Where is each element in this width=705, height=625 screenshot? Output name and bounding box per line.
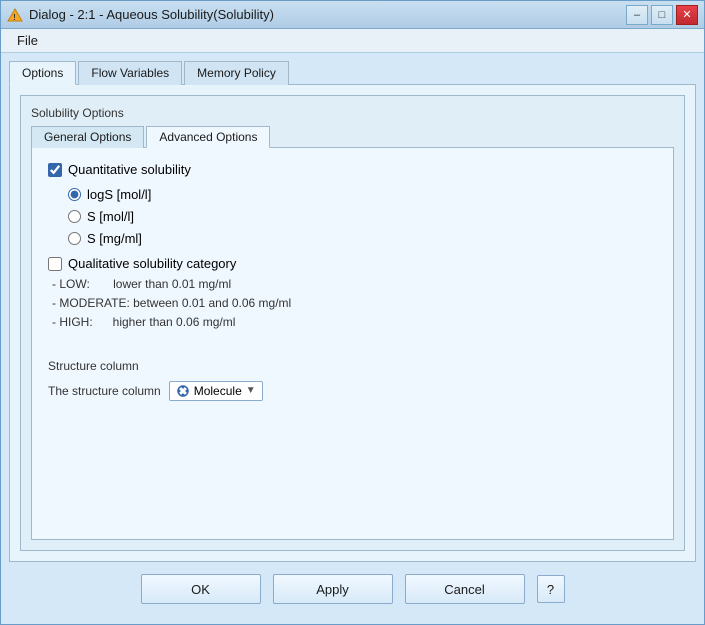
menu-bar: File <box>1 29 704 53</box>
qualitative-section: Qualitative solubility category - LOW: l… <box>48 256 657 333</box>
qualitative-row: Qualitative solubility category <box>48 256 657 271</box>
cancel-button[interactable]: Cancel <box>405 574 525 604</box>
maximize-button[interactable]: □ <box>651 5 673 25</box>
radio-row-s-mol: S [mol/l] <box>68 209 657 224</box>
title-bar: ! Dialog - 2:1 - Aqueous Solubility(Solu… <box>1 1 704 29</box>
tab-general-options[interactable]: General Options <box>31 126 144 148</box>
radio-s-mg[interactable] <box>68 232 81 245</box>
molecule-icon <box>176 384 190 398</box>
svg-text:!: ! <box>13 13 16 22</box>
radio-row-logs: logS [mol/l] <box>68 187 657 202</box>
main-tabs: Options Flow Variables Memory Policy <box>9 61 696 85</box>
radio-s-mol-label[interactable]: S [mol/l] <box>87 209 134 224</box>
structure-section: Structure column The structure column <box>48 351 657 401</box>
qual-info-low: - LOW: lower than 0.01 mg/ml <box>52 275 657 294</box>
qual-info-moderate: - MODERATE: between 0.01 and 0.06 mg/ml <box>52 294 657 313</box>
solubility-options-section: Solubility Options General Options Advan… <box>20 95 685 551</box>
footer: OK Apply Cancel ? <box>9 562 696 616</box>
qualitative-checkbox[interactable] <box>48 257 62 271</box>
structure-row-text: The structure column <box>48 384 161 398</box>
main-window: ! Dialog - 2:1 - Aqueous Solubility(Solu… <box>0 0 705 625</box>
ok-button[interactable]: OK <box>141 574 261 604</box>
quantitative-row: Quantitative solubility <box>48 162 657 177</box>
help-button[interactable]: ? <box>537 575 565 603</box>
molecule-dropdown[interactable]: Molecule ▼ <box>169 381 263 401</box>
tab-advanced-options[interactable]: Advanced Options <box>146 126 270 148</box>
close-button[interactable]: ✕ <box>676 5 698 25</box>
qual-info: - LOW: lower than 0.01 mg/ml - MODERATE:… <box>48 275 657 333</box>
quantitative-checkbox[interactable] <box>48 163 62 177</box>
content-area: Options Flow Variables Memory Policy Sol… <box>1 53 704 624</box>
minimize-button[interactable]: – <box>626 5 648 25</box>
inner-tabs: General Options Advanced Options <box>31 126 674 148</box>
qual-info-high: - HIGH: higher than 0.06 mg/ml <box>52 313 657 332</box>
menu-file[interactable]: File <box>9 31 46 50</box>
window-title: Dialog - 2:1 - Aqueous Solubility(Solubi… <box>29 7 274 22</box>
radio-s-mol[interactable] <box>68 210 81 223</box>
tab-options[interactable]: Options <box>9 61 76 85</box>
structure-row: The structure column Mo <box>48 381 657 401</box>
radio-row-s-mg: S [mg/ml] <box>68 231 657 246</box>
inner-panel: Quantitative solubility logS [mol/l] S [… <box>31 148 674 540</box>
molecule-label: Molecule <box>194 384 242 398</box>
tab-memory-policy[interactable]: Memory Policy <box>184 61 289 85</box>
tab-flow-variables[interactable]: Flow Variables <box>78 61 182 85</box>
radio-logs-label[interactable]: logS [mol/l] <box>87 187 151 202</box>
section-label: Solubility Options <box>31 106 674 120</box>
radio-logs[interactable] <box>68 188 81 201</box>
main-panel: Solubility Options General Options Advan… <box>9 85 696 562</box>
radio-s-mg-label[interactable]: S [mg/ml] <box>87 231 142 246</box>
title-bar-left: ! Dialog - 2:1 - Aqueous Solubility(Solu… <box>7 7 274 23</box>
radio-group: logS [mol/l] S [mol/l] S [mg/ml] <box>48 187 657 246</box>
title-buttons: – □ ✕ <box>626 5 698 25</box>
quantitative-label[interactable]: Quantitative solubility <box>68 162 191 177</box>
apply-button[interactable]: Apply <box>273 574 393 604</box>
qualitative-label[interactable]: Qualitative solubility category <box>68 256 236 271</box>
structure-section-label: Structure column <box>48 359 657 373</box>
dropdown-arrow-icon: ▼ <box>246 385 256 396</box>
warning-icon: ! <box>7 7 23 23</box>
